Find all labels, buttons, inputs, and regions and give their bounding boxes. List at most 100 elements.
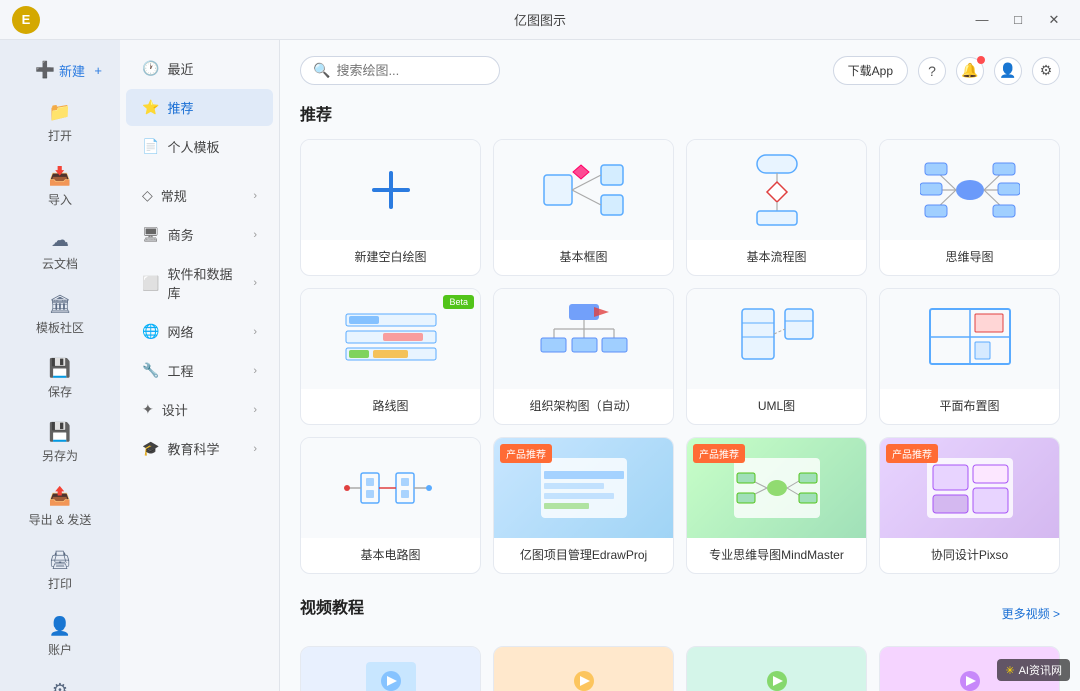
sidebar-item-saveas[interactable]: 💾 另存为 [8, 412, 112, 474]
sidebar-item-community[interactable]: 🏛 模板社区 [8, 284, 112, 346]
nav-item-education[interactable]: 🎓 教育科学 › [126, 430, 273, 467]
education-icon: 🎓 [142, 440, 159, 457]
notification-badge [977, 56, 985, 64]
template-card-basic-flow[interactable]: 基本流程图 [686, 139, 867, 276]
video-grid [300, 646, 1060, 691]
software-db-arrow: › [253, 277, 257, 289]
engineering-icon: 🔧 [142, 362, 159, 379]
watermark: ✳ AI资讯网 [997, 659, 1070, 681]
search-input[interactable] [336, 63, 487, 78]
template-label-circuit: 基本电路图 [301, 538, 480, 573]
template-card-roadmap[interactable]: Beta 路线图 [300, 288, 481, 425]
template-card-circuit[interactable]: 基本电路图 [300, 437, 481, 574]
template-card-edrawproj[interactable]: 产品推荐 亿图项目管理EdrawProj [493, 437, 674, 574]
nav-item-recommend[interactable]: ⭐ 推荐 [126, 89, 273, 126]
video-img-2 [494, 647, 673, 691]
template-card-mindmap[interactable]: 思维导图 [879, 139, 1060, 276]
new-plus-btn[interactable]: + [94, 63, 102, 78]
template-img-basic-frame [494, 140, 673, 240]
sidebar-item-export[interactable]: 📤 导出 & 发送 [8, 476, 112, 538]
import-icon: 📥 [49, 166, 71, 187]
sidebar-item-cloud[interactable]: ☁ 云文档 [8, 220, 112, 282]
video-card-1[interactable] [300, 646, 481, 691]
maximize-button[interactable]: □ [1004, 6, 1032, 34]
nav-item-general[interactable]: ◇ 常规 › [126, 177, 273, 214]
recommend-label: 推荐 [167, 98, 193, 117]
beta-badge: Beta [443, 295, 474, 309]
template-card-uml[interactable]: UML图 [686, 288, 867, 425]
template-img-mindmaster: 产品推荐 [687, 438, 866, 538]
more-videos-link[interactable]: 更多视频 > [1002, 605, 1060, 622]
mindmaster-badge: 产品推荐 [693, 444, 745, 463]
print-icon: 🖨 [49, 550, 72, 571]
nav-item-design[interactable]: ✦ 设计 › [126, 391, 273, 428]
print-label: 打印 [48, 575, 72, 592]
notification-button[interactable]: 🔔 [956, 57, 984, 85]
import-label: 导入 [48, 191, 72, 208]
save-label: 保存 [48, 383, 72, 400]
business-arrow: › [253, 229, 257, 241]
video-img-3 [687, 647, 866, 691]
sidebar-item-options[interactable]: ⚙ 选项 [8, 670, 112, 691]
search-icon: 🔍 [313, 62, 330, 79]
video-card-3[interactable] [686, 646, 867, 691]
template-card-mindmaster[interactable]: 产品推荐 专业思维导图MindMaster [686, 437, 867, 574]
template-card-new-blank[interactable]: 新建空白绘图 [300, 139, 481, 276]
recent-icon: 🕐 [142, 60, 159, 77]
close-button[interactable]: ✕ [1040, 6, 1068, 34]
nav-item-engineering[interactable]: 🔧 工程 › [126, 352, 273, 389]
template-label-org-chart: 组织架构图（自动） [494, 389, 673, 424]
sidebar-item-save[interactable]: 💾 保存 [8, 348, 112, 410]
export-icon: 📤 [49, 486, 71, 507]
template-img-mindmap [880, 140, 1059, 240]
minimize-button[interactable]: — [968, 6, 996, 34]
help-button[interactable]: ? [918, 57, 946, 85]
help-icon: ? [928, 63, 936, 79]
sidebar-item-new[interactable]: ➕ 新建 + [8, 50, 112, 90]
settings-gear-button[interactable]: ⚙ [1032, 57, 1060, 85]
nav-item-recent[interactable]: 🕐 最近 [126, 50, 273, 87]
template-img-org-chart [494, 289, 673, 389]
template-card-pixso[interactable]: 产品推荐 协同设计Pixso [879, 437, 1060, 574]
section-video-title: 视频教程 [300, 594, 364, 618]
template-img-floor-plan [880, 289, 1059, 389]
edrawproj-badge: 产品推荐 [500, 444, 552, 463]
section-recommend-title: 推荐 [300, 101, 1060, 125]
network-label: 网络 [167, 322, 193, 341]
sidebar-left-top: ➕ 新建 + 📁 打开 📥 导入 ☁ 云文档 🏛 模板社区 💾 [0, 48, 120, 604]
gear-icon: ⚙ [1040, 62, 1053, 79]
new-icon: ➕ [35, 60, 55, 80]
template-card-org-chart[interactable]: 组织架构图（自动） [493, 288, 674, 425]
download-app-button[interactable]: 下载App [833, 56, 908, 85]
business-label: 商务 [168, 225, 194, 244]
nav-item-network[interactable]: 🌐 网络 › [126, 313, 273, 350]
user-avatar[interactable]: E [12, 6, 40, 34]
education-arrow: › [253, 443, 257, 455]
share-button[interactable]: 👤 [994, 57, 1022, 85]
nav-item-personal[interactable]: 📄 个人模板 [126, 128, 273, 165]
community-icon: 🏛 [49, 294, 72, 315]
design-label: 设计 [162, 400, 188, 419]
watermark-icon: ✳ [1005, 664, 1014, 677]
export-label: 导出 & 发送 [29, 511, 92, 528]
saveas-label: 另存为 [42, 447, 78, 464]
sidebar-item-account[interactable]: 👤 账户 [8, 606, 112, 668]
video-card-2[interactable] [493, 646, 674, 691]
general-label: 常规 [161, 186, 187, 205]
sidebar-item-open[interactable]: 📁 打开 [8, 92, 112, 154]
search-box[interactable]: 🔍 [300, 56, 500, 85]
nav-item-business[interactable]: 🖥 商务 › [126, 216, 273, 253]
template-label-basic-flow: 基本流程图 [687, 240, 866, 275]
app-title: 亿图图示 [514, 10, 566, 29]
template-card-floor-plan[interactable]: 平面布置图 [879, 288, 1060, 425]
general-arrow: › [253, 190, 257, 202]
sidebar-item-print[interactable]: 🖨 打印 [8, 540, 112, 602]
watermark-text: AI资讯网 [1019, 662, 1062, 678]
template-img-circuit [301, 438, 480, 538]
nav-item-software-db[interactable]: ⬜ 软件和数据库 › [126, 255, 273, 311]
template-card-basic-frame[interactable]: 基本框图 [493, 139, 674, 276]
template-label-basic-frame: 基本框图 [494, 240, 673, 275]
notification-icon: 🔔 [961, 62, 978, 79]
pixso-badge: 产品推荐 [886, 444, 938, 463]
sidebar-item-import[interactable]: 📥 导入 [8, 156, 112, 218]
